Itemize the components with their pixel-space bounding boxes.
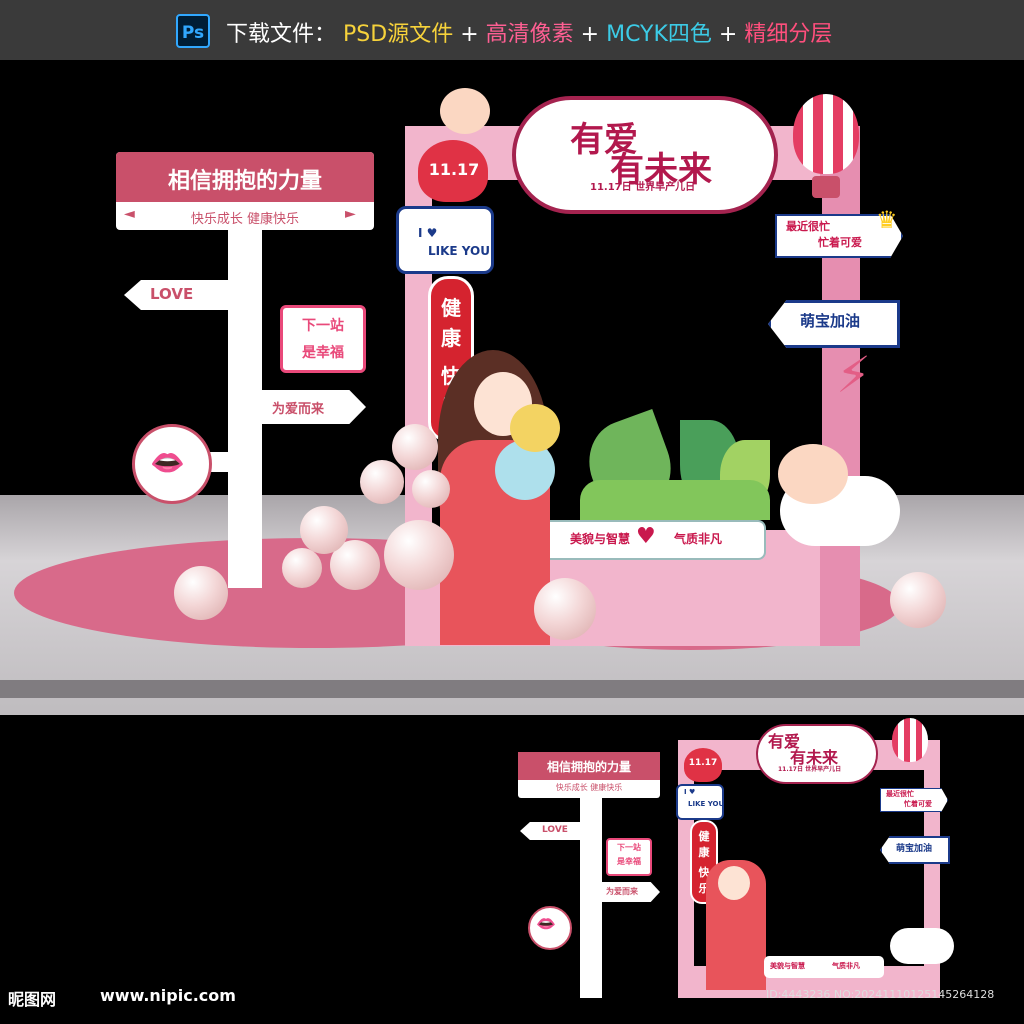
band-char: 健: [441, 296, 461, 320]
mini-busy-line2: 忙着可爱: [904, 800, 932, 808]
photoshop-icon: Ps: [176, 14, 210, 48]
mini-mother-face: [718, 866, 750, 900]
watermark-url[interactable]: www.nipic.com: [100, 986, 236, 1005]
mini-next-line1: 下一站: [617, 843, 641, 852]
baby-icon: [440, 88, 490, 134]
balloon-ball: [282, 548, 322, 588]
mini-lips-icon: 👄: [536, 914, 556, 933]
cute-baby-sign-text: 萌宝加油: [800, 312, 861, 330]
mini-band-char: 康: [698, 846, 710, 859]
floor-edge: [0, 680, 1024, 698]
header-plus: +: [460, 22, 479, 47]
cloud-subtitle: 11.17日 世界早产儿日: [590, 182, 696, 193]
mini-signpost-subtitle: 快乐成长 健康快乐: [555, 783, 623, 792]
header-text: 下载文件： PSD源文件 + 高清像素 + MCYK四色 + 精细分层: [226, 16, 832, 48]
header-layers: 精细分层: [744, 22, 833, 47]
mini-hot-air-balloon-icon: [892, 718, 928, 762]
mini-sleeping-baby-cloud: [890, 928, 954, 964]
crown-icon: ♛: [876, 206, 898, 234]
header-label: 下载文件：: [226, 22, 337, 47]
heart-date: 11.17: [428, 160, 480, 179]
next-stop-line1: 下一站: [302, 318, 344, 334]
balloon-ball: [174, 566, 228, 620]
mini-cloud-subtitle: 11.17日 世界早产儿日: [778, 766, 842, 773]
balloon-ball: [300, 506, 348, 554]
signpost-pole: [228, 208, 262, 588]
lips-icon: 👄: [150, 446, 185, 479]
ribbon-heart-icon: ♥: [636, 524, 656, 549]
mini-signpost-title: 相信拥抱的力量: [546, 760, 631, 774]
balloon-ball: [384, 520, 454, 590]
mini-busy-line1: 最近很忙: [886, 790, 914, 798]
like-you-sign: [396, 206, 494, 274]
child-head: [510, 404, 560, 452]
balloon-basket: [812, 176, 840, 198]
header-psd: PSD源文件: [343, 22, 454, 47]
mini-heart-date: 11.17: [688, 758, 718, 768]
lightning-icon: ⚡: [836, 346, 872, 404]
header-mcyk: MCYK四色: [606, 22, 712, 47]
watermark-brand: 昵图网: [8, 990, 57, 1009]
sleeping-baby-icon: [778, 444, 848, 504]
mini-cute-baby-text: 萌宝加油: [896, 844, 933, 854]
mini-like-line2: LIKE YOU: [688, 800, 725, 808]
mini-next-line2: 是幸福: [617, 857, 641, 866]
signpost-subtitle: 快乐成长 健康快乐: [190, 212, 300, 227]
mini-signpost-pole: [580, 778, 602, 998]
mini-band-char: 健: [698, 830, 710, 843]
busy-sign-line1: 最近很忙: [786, 220, 830, 233]
mini-love-text: LOVE: [542, 825, 568, 835]
image-id-text: ID:4443236 NO:20241110125145264128: [766, 988, 995, 1001]
like-sign-line2: LIKE YOU: [428, 244, 490, 258]
hot-air-balloon-icon: [793, 94, 859, 174]
plant-base: [580, 480, 770, 520]
balloon-ball: [392, 424, 438, 470]
arrow-left-icon: ◄: [124, 206, 135, 222]
ribbon-right-text: 气质非凡: [674, 532, 723, 546]
balloon-ball: [890, 572, 946, 628]
mini-ribbon-left: 美貌与智慧: [770, 962, 805, 970]
band-char: 康: [441, 326, 461, 350]
love-sign-text: LOVE: [150, 285, 194, 303]
mini-for-love-text: 为爱而来: [606, 887, 638, 896]
balloon-ball: [360, 460, 404, 504]
header-plus: +: [718, 22, 738, 47]
arrow-right-icon: ►: [345, 206, 356, 222]
header-hd: 高清像素: [485, 22, 574, 47]
mini-like-line1: I ♥: [684, 788, 696, 796]
signpost-title: 相信拥抱的力量: [167, 169, 322, 194]
for-love-text: 为爱而来: [272, 402, 325, 417]
like-sign-line1: I ♥: [418, 226, 438, 240]
ribbon-left-text: 美貌与智慧: [570, 532, 631, 546]
mini-ribbon-right: 气质非凡: [832, 962, 860, 970]
header-plus: +: [580, 22, 600, 47]
balloon-ball: [534, 578, 596, 640]
balloon-ball: [412, 470, 450, 508]
next-stop-line2: 是幸福: [302, 345, 344, 361]
busy-sign-line2: 忙着可爱: [818, 236, 862, 249]
